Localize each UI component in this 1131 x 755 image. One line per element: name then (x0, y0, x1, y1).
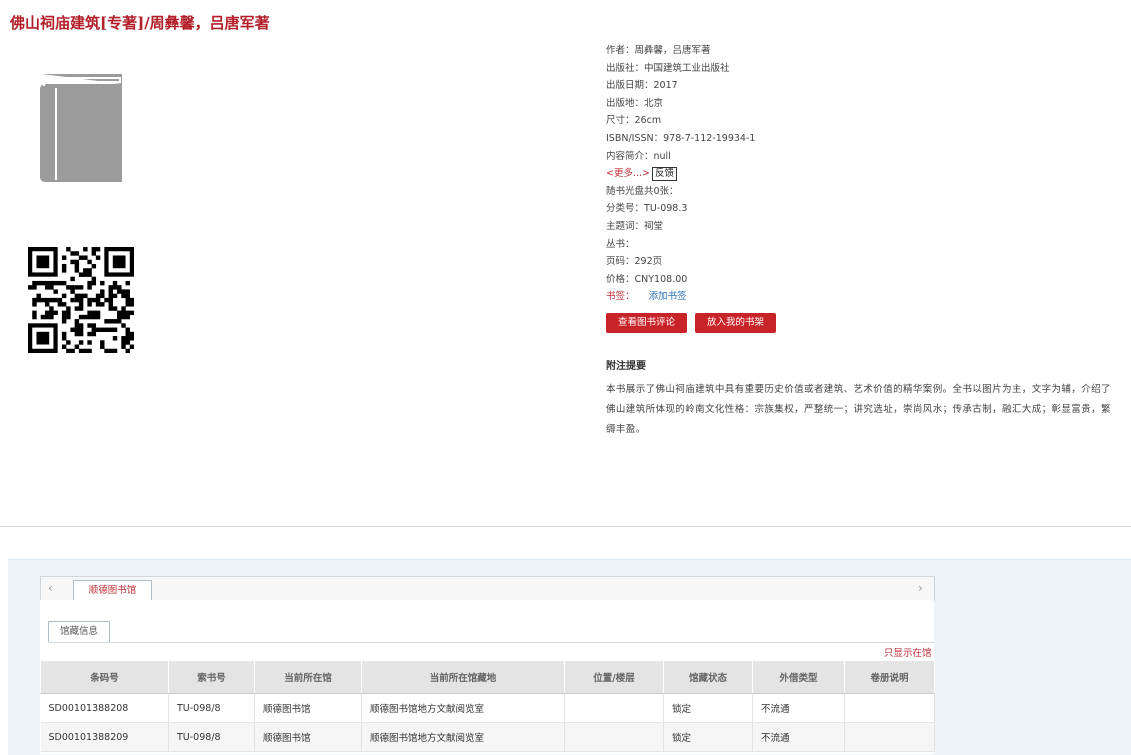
cell-status: 锁定 (663, 722, 753, 752)
holdings-table: 条码号 索书号 当前所在馆 当前所在馆藏地 位置/楼层 馆藏状态 外借类型 卷册… (40, 660, 935, 752)
cell-barcode: SD00101388209 (40, 722, 169, 752)
cell-volume-note (844, 693, 935, 723)
col-volume-note[interactable]: 卷册说明 (844, 660, 935, 694)
cell-location: 顺德图书馆地方文献阅览室 (361, 693, 565, 723)
cell-volume-note (844, 722, 935, 752)
add-to-shelf-button[interactable]: 放入我的书架 (695, 313, 776, 333)
feedback-button[interactable]: 反馈 (651, 167, 677, 182)
section-divider (0, 526, 1131, 527)
meta-tags: 书签： 添加书签 (606, 288, 1126, 306)
cell-location: 顺德图书馆地方文献阅览室 (361, 722, 565, 752)
cell-current-library: 顺德图书馆 (254, 722, 362, 752)
metadata-list: 作者：周彝馨，吕唐军著 出版社：中国建筑工业出版社 出版日期：2017 出版地：… (606, 42, 1126, 306)
meta-summary: 内容简介：null (606, 150, 671, 162)
col-location[interactable]: 当前所在馆藏地 (361, 660, 565, 694)
col-status[interactable]: 馆藏状态 (663, 660, 753, 694)
cell-call-number: TU-098/8 (168, 693, 255, 723)
meta-pub-date: 出版日期：2017 (606, 80, 678, 92)
cell-floor (564, 722, 664, 752)
col-barcode[interactable]: 条码号 (40, 660, 169, 694)
subtab-divider (48, 642, 934, 643)
cell-floor (564, 693, 664, 723)
meta-isbn: ISBN/ISSN：978-7-112-19934-1 (606, 132, 756, 144)
col-loan-type[interactable]: 外借类型 (752, 660, 845, 694)
meta-pub-place: 出版地：北京 (606, 97, 664, 109)
col-call-number[interactable]: 索书号 (168, 660, 255, 694)
meta-cd-count: 随书光盘共0张： (606, 185, 679, 197)
only-available-link[interactable]: 只显示在馆 (884, 645, 932, 659)
add-tag-link[interactable]: 添加书签 (649, 291, 687, 302)
abstract-heading: 附注提要 (606, 361, 646, 372)
meta-author: 作者：周彝馨，吕唐军著 (606, 45, 711, 56)
cell-barcode: SD00101388208 (40, 693, 169, 723)
qr-code-icon (28, 247, 135, 354)
tags-label: 书签： (606, 291, 635, 303)
cell-current-library: 顺德图书馆 (254, 693, 362, 723)
tab-holdings-info[interactable]: 馆藏信息 (48, 621, 110, 642)
library-tabbar (40, 576, 935, 601)
cell-loan-type: 不流通 (752, 722, 845, 752)
more-row: <更多...> 反馈 (606, 165, 1126, 183)
view-reviews-button[interactable]: 查看图书评论 (606, 313, 687, 333)
chevron-left-icon[interactable]: ‹ (48, 581, 53, 595)
book-title: 佛山祠庙建筑[专著]/周彝馨，吕唐军著 (10, 14, 270, 32)
cell-call-number: TU-098/8 (168, 722, 255, 752)
table-row: SD00101388208 TU-098/8 顺德图书馆 顺德图书馆地方文献阅览… (40, 693, 935, 723)
cell-status: 锁定 (663, 693, 753, 723)
table-header-row: 条码号 索书号 当前所在馆 当前所在馆藏地 位置/楼层 馆藏状态 外借类型 卷册… (40, 660, 935, 694)
meta-class-number: 分类号：TU-098.3 (606, 203, 688, 215)
more-link[interactable]: <更多...> (606, 168, 650, 179)
table-row: SD00101388209 TU-098/8 顺德图书馆 顺德图书馆地方文献阅览… (40, 722, 935, 752)
abstract-text: 本书展示了佛山祠庙建筑中具有重要历史价值或者建筑、艺术价值的精华案例。全书以图片… (606, 384, 1111, 435)
book-cover-icon (36, 70, 126, 184)
meta-size: 尺寸：26cm (606, 115, 662, 127)
meta-publisher: 出版社：中国建筑工业出版社 (606, 62, 730, 74)
meta-pages: 页码：292页 (606, 256, 663, 268)
tab-library[interactable]: 顺德图书馆 (73, 580, 152, 601)
meta-price: 价格：CNY108.00 (606, 273, 688, 285)
col-floor[interactable]: 位置/楼层 (564, 660, 664, 694)
meta-series: 丛书： (606, 238, 635, 250)
col-current-library[interactable]: 当前所在馆 (254, 660, 362, 694)
chevron-right-icon[interactable]: › (918, 581, 923, 595)
meta-subject: 主题词：祠堂 (606, 220, 664, 232)
cell-loan-type: 不流通 (752, 693, 845, 723)
